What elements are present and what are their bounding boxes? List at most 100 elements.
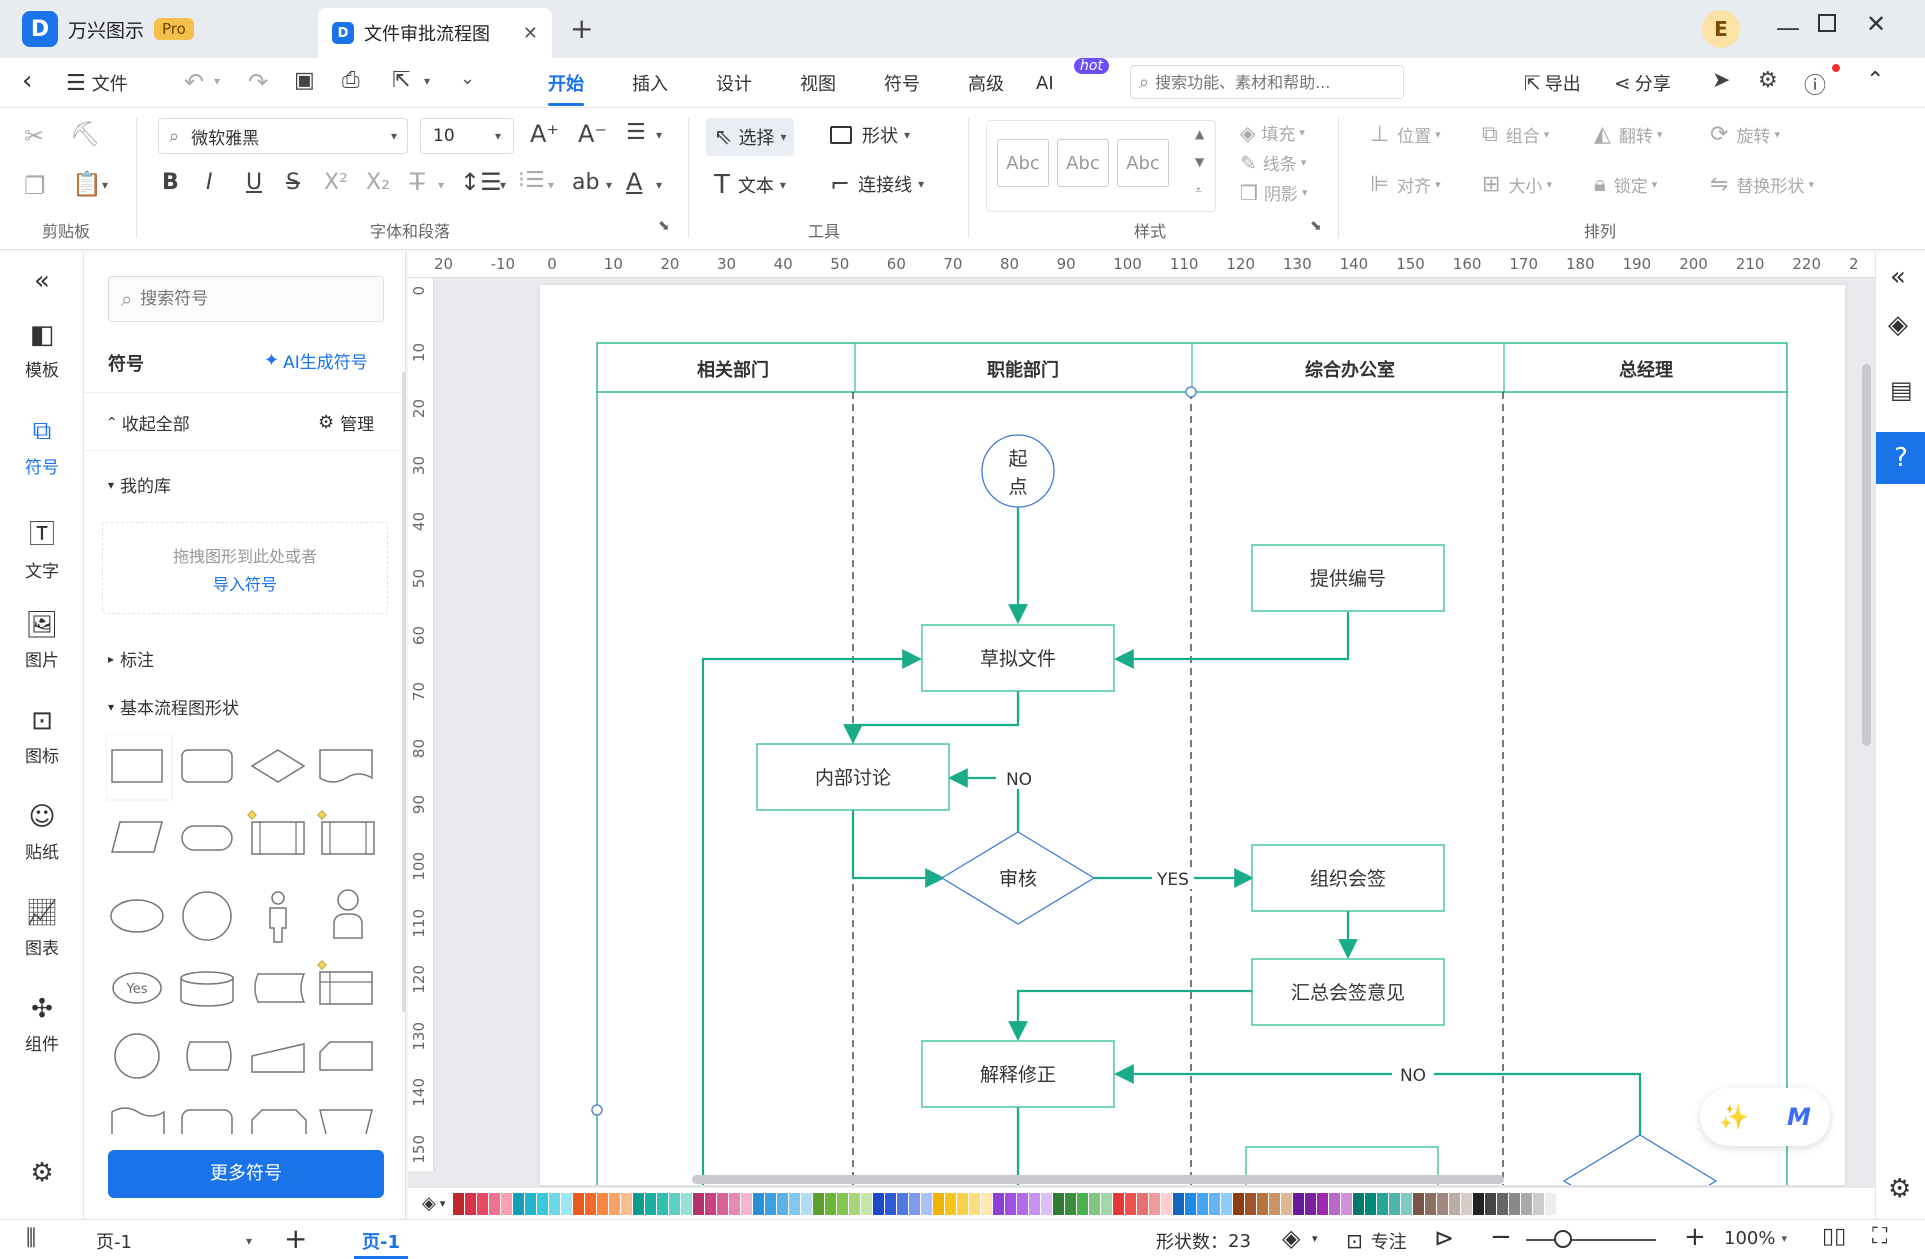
tab-design[interactable]: 设计 [716,70,800,96]
manage-button[interactable]: ⚙ 管理 [318,410,374,435]
color-swatch[interactable] [801,1192,813,1215]
share-button[interactable]: ⋖ 分享 [1614,70,1671,96]
color-swatch[interactable] [861,1192,873,1215]
more-symbols-button[interactable]: 更多符号 [108,1150,384,1198]
flip-button[interactable]: ◭ 翻转 ▾ [1594,122,1662,147]
color-swatch[interactable] [1437,1192,1449,1215]
tab-symbols[interactable]: 符号 [884,70,968,96]
layers-icon[interactable]: ◈ [1282,1224,1300,1252]
connector-provide-draft[interactable] [1114,612,1350,669]
page-properties-icon[interactable]: ▤ [1890,376,1913,404]
color-swatch[interactable] [909,1192,921,1215]
color-swatch[interactable] [1413,1192,1425,1215]
color-swatch[interactable] [1329,1192,1341,1215]
fill-panel-icon[interactable]: ◈ [1888,310,1908,340]
ellipse-shape[interactable] [110,899,164,933]
cylinder-shape[interactable] [180,971,234,985]
my-library-header[interactable]: ▾ 我的库 [108,472,171,497]
color-swatch[interactable] [1389,1192,1401,1215]
add-page-icon[interactable]: + [284,1222,307,1255]
color-swatch[interactable] [1533,1192,1545,1215]
yes-label[interactable]: YES [1156,870,1189,890]
copy-icon[interactable]: ❐ [24,172,46,200]
color-swatch[interactable] [1485,1192,1497,1215]
loop-limit-shape[interactable] [251,1109,307,1134]
increase-font-icon[interactable]: A⁺ [530,120,559,148]
book-view-icon[interactable]: ▯▯ [1822,1224,1846,1249]
color-swatch[interactable] [1161,1192,1173,1215]
color-swatch[interactable] [957,1192,969,1215]
color-swatch[interactable] [897,1192,909,1215]
position-button[interactable]: ⊥ 位置 ▾ [1370,122,1441,147]
redo-icon[interactable]: ↷ [248,68,268,96]
settings-icon[interactable]: ⚙ [1758,68,1778,93]
color-swatch[interactable] [1185,1192,1197,1215]
back-icon[interactable]: ‹ [22,66,32,96]
color-swatch[interactable] [1377,1192,1389,1215]
connector-left-loop-draft[interactable] [701,649,922,1185]
color-swatch[interactable] [621,1192,633,1215]
collapse-ribbon-icon[interactable]: ⌃ [1866,68,1884,93]
paragraph-align-icon[interactable]: ☰ [626,120,646,145]
color-swatch[interactable] [1365,1192,1377,1215]
decrease-font-icon[interactable]: A⁻ [578,120,607,148]
color-swatch[interactable] [1101,1192,1113,1215]
user-avatar[interactable]: E [1702,10,1740,48]
symbol-search[interactable]: ⌕ [108,276,384,322]
font-family-select[interactable]: ⌕ 微软雅黑 ▾ [158,118,408,154]
font-dialog-launcher-icon[interactable]: ⬊ [658,218,670,234]
color-swatch[interactable] [693,1192,705,1215]
color-swatch[interactable] [1041,1192,1053,1215]
save-icon[interactable]: ▣ [294,68,315,93]
color-swatch[interactable] [1149,1192,1161,1215]
lane-header[interactable]: 职能部门 [987,359,1059,381]
decision-shape[interactable] [250,749,306,783]
actor-head-shape[interactable] [271,891,285,905]
library-scrollbar[interactable] [402,372,406,1012]
internal-storage-shape[interactable] [319,971,373,1005]
color-swatch[interactable] [465,1192,477,1215]
export-button[interactable]: ⇱ 导出 [1524,70,1581,96]
lane-header[interactable]: 相关部门 [697,359,769,381]
text-tool-button[interactable]: T 文本 ▾ [714,170,786,200]
more-dropdown-icon[interactable]: ⌄ [460,68,475,89]
actor-body-shape[interactable] [269,907,287,943]
close-tab-icon[interactable]: ✕ [523,23,538,44]
color-swatch[interactable] [1017,1192,1029,1215]
rail-item-symbols[interactable]: ⧉ 符号 [0,416,84,478]
text-case-icon[interactable]: T̶ [410,168,425,196]
color-swatch[interactable] [1425,1192,1437,1215]
color-swatch[interactable] [753,1192,765,1215]
selection-handle[interactable] [591,1104,603,1116]
select-tool-button[interactable]: ⇖ 选择 ▾ [706,118,795,156]
color-swatch[interactable] [1281,1192,1293,1215]
color-swatch[interactable] [1521,1192,1533,1215]
color-swatch[interactable] [609,1192,621,1215]
color-swatch[interactable] [1461,1192,1473,1215]
italic-icon[interactable]: I [206,170,213,195]
basic-flow-header[interactable]: ▾ 基本流程图形状 [108,694,239,719]
play-icon[interactable]: ⊳ [1434,1224,1454,1252]
color-swatch[interactable] [597,1192,609,1215]
collapse-all-button[interactable]: ⌃ 收起全部 [106,410,190,436]
color-swatch[interactable] [1005,1192,1017,1215]
color-swatch[interactable] [501,1192,513,1215]
color-swatch[interactable] [453,1192,465,1215]
color-swatch[interactable] [765,1192,777,1215]
rail-item-text[interactable]: 🅃 文字 [0,514,84,582]
color-swatch[interactable] [681,1192,693,1215]
gallery-down-icon[interactable]: ▼ [1195,155,1204,169]
format-painter-icon[interactable]: ⛏ [70,120,100,148]
my-library-drop-zone[interactable]: 拖拽图形到此处或者 导入符号 [102,522,388,614]
color-swatch[interactable] [537,1192,549,1215]
close-window-icon[interactable]: ✕ [1866,10,1886,38]
no-label-top[interactable]: NO [1006,770,1032,790]
color-swatch[interactable] [549,1192,561,1215]
focus-mode-button[interactable]: ⊡ 专注 [1346,1228,1407,1254]
color-swatch[interactable] [969,1192,981,1215]
zoom-out-icon[interactable]: − [1490,1222,1512,1252]
color-swatch[interactable] [1509,1192,1521,1215]
symbol-search-input[interactable] [140,289,361,309]
magic-wand-icon[interactable]: ✨ [1719,1103,1749,1131]
drawing-page[interactable]: 相关部门 职能部门 综合办公室 总经理 NO YES NO 起 点 提供编号 草… [540,285,1845,1244]
